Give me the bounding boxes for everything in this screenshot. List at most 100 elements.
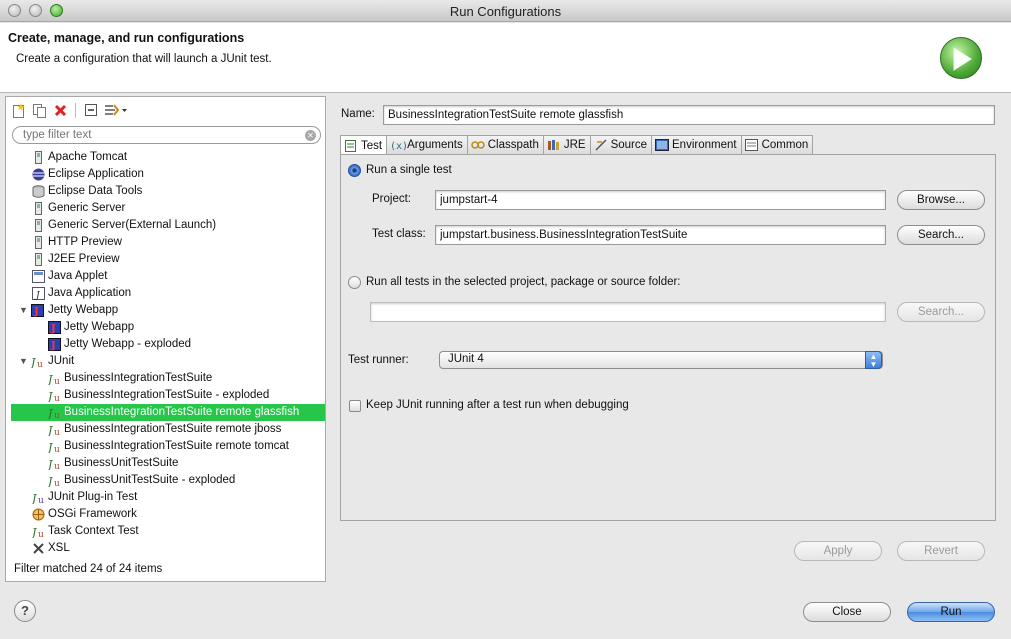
tab-test[interactable]: Test <box>340 135 388 155</box>
browse-button[interactable]: Browse... <box>897 190 985 210</box>
help-button[interactable]: ? <box>14 600 36 622</box>
tree-item-label: J2EE Preview <box>48 253 120 265</box>
collapse-all-icon[interactable] <box>82 102 99 119</box>
tree-item[interactable]: Java Applet <box>6 268 325 285</box>
filter-search-box[interactable]: ✕ <box>12 126 321 144</box>
clear-filter-icon[interactable]: ✕ <box>305 130 316 141</box>
filter-menu-icon[interactable] <box>103 102 129 119</box>
all-tests-folder-field[interactable] <box>370 302 886 322</box>
tree-item[interactable]: J Jetty Webapp <box>6 319 325 336</box>
tree-item[interactable]: Ju BusinessIntegrationTestSuite - explode… <box>6 387 325 404</box>
svg-text:u: u <box>37 360 43 368</box>
tree-item-label: BusinessIntegrationTestSuite remote jbos… <box>64 423 282 435</box>
single-test-radio[interactable] <box>348 164 361 177</box>
new-config-icon[interactable] <box>10 102 27 119</box>
project-input[interactable] <box>436 191 885 209</box>
svg-text:u: u <box>54 394 60 402</box>
test-class-field[interactable] <box>435 225 886 245</box>
tree-item-label: BusinessIntegrationTestSuite remote tomc… <box>64 440 290 452</box>
tree-item-label: OSGi Framework <box>48 508 137 520</box>
svg-text:J: J <box>32 526 37 538</box>
svg-text:J: J <box>31 356 36 368</box>
name-input[interactable] <box>384 106 994 124</box>
tree-item[interactable]: HTTP Preview <box>6 234 325 251</box>
test-runner-select[interactable]: JUnit 4 ▲ ▼ <box>439 351 883 369</box>
test-tab-icon <box>344 139 358 152</box>
tab-jre[interactable]: JRE <box>542 135 591 154</box>
svg-text:u: u <box>38 496 44 504</box>
delete-config-icon[interactable] <box>52 102 69 119</box>
tree-item[interactable]: Eclipse Data Tools <box>6 183 325 200</box>
all-tests-folder-input[interactable] <box>371 303 885 321</box>
select-arrows-icon: ▲ ▼ <box>865 351 882 369</box>
server-icon <box>32 219 45 232</box>
disclosure-triangle-icon[interactable]: ▼ <box>19 353 29 370</box>
junit-icon: Ju <box>46 406 61 421</box>
tree-group[interactable]: ▼ J Jetty Webapp <box>6 302 325 319</box>
tree-item[interactable]: Apache Tomcat <box>6 149 325 166</box>
tree-item[interactable]: Generic Server <box>6 200 325 217</box>
tab-source[interactable]: Source <box>589 135 653 154</box>
tree-item-label: BusinessUnitTestSuite - exploded <box>64 474 236 486</box>
tree-item[interactable]: J Java Application <box>6 285 325 302</box>
eclipse-icon <box>32 168 45 181</box>
filter-input[interactable] <box>23 128 303 142</box>
tree-item[interactable]: Ju Task Context Test <box>6 523 325 540</box>
jetty-icon: J <box>31 304 44 318</box>
junit-plugin-icon: Ju <box>30 491 45 506</box>
tree-item[interactable]: Ju BusinessUnitTestSuite - exploded <box>6 472 325 489</box>
tree-item[interactable]: Ju BusinessIntegrationTestSuite <box>6 370 325 387</box>
tab-common[interactable]: Common <box>740 135 814 154</box>
environment-tab-icon <box>655 139 670 151</box>
tab-arguments[interactable]: (x)= Arguments <box>386 135 468 154</box>
tree-item[interactable]: Generic Server(External Launch) <box>6 217 325 234</box>
tab-source-label: Source <box>610 139 648 151</box>
tab-environment[interactable]: Environment <box>651 135 742 154</box>
name-field[interactable] <box>383 105 995 125</box>
tab-classpath[interactable]: Classpath <box>466 135 544 154</box>
apply-button[interactable]: Apply <box>794 541 882 561</box>
run-button[interactable]: Run <box>907 602 995 622</box>
close-button[interactable]: Close <box>803 602 891 622</box>
junit-icon: Ju <box>46 372 61 387</box>
tree-item-label: BusinessIntegrationTestSuite <box>64 372 213 384</box>
tree-item[interactable]: J2EE Preview <box>6 251 325 268</box>
revert-button[interactable]: Revert <box>897 541 985 561</box>
junit-icon: Ju <box>46 423 61 438</box>
name-label: Name: <box>341 108 375 120</box>
tree-item-label: BusinessUnitTestSuite <box>64 457 179 469</box>
tree-item[interactable]: Eclipse Application <box>6 166 325 183</box>
test-runner-label: Test runner: <box>348 354 409 366</box>
project-field[interactable] <box>435 190 886 210</box>
tab-test-label: Test <box>361 139 383 152</box>
tree-item[interactable]: Ju BusinessIntegrationTestSuite remote to… <box>6 438 325 455</box>
disclosure-triangle-icon[interactable]: ▼ <box>19 302 29 319</box>
search-folder-button[interactable]: Search... <box>897 302 985 322</box>
svg-text:u: u <box>54 479 60 487</box>
tree-item[interactable]: XSL <box>6 540 325 557</box>
junit-icon: Ju <box>46 457 61 472</box>
config-tree: Apache Tomcat Eclipse Application Eclipse … <box>6 149 325 557</box>
common-tab-icon <box>744 139 759 151</box>
dialog-header: Create, manage, and run configurations C… <box>0 23 1011 93</box>
server-icon <box>32 236 45 249</box>
test-class-input[interactable] <box>436 226 885 244</box>
tree-item[interactable]: Ju JUnit Plug-in Test <box>6 489 325 506</box>
config-tabs: Test (x)= Arguments Classpath JRE Source… <box>340 135 814 155</box>
tree-item[interactable]: Ju BusinessIntegrationTestSuite remote gl… <box>11 404 325 421</box>
toolbar-separator <box>75 102 76 118</box>
keep-running-checkbox[interactable] <box>349 400 361 412</box>
tree-item-label: Jetty Webapp <box>48 304 119 316</box>
all-tests-radio[interactable] <box>348 276 361 289</box>
duplicate-config-icon[interactable] <box>31 102 48 119</box>
server-icon <box>32 151 45 164</box>
tree-item[interactable]: OSGi Framework <box>6 506 325 523</box>
tree-group[interactable]: ▼ Ju JUnit <box>6 353 325 370</box>
tree-item[interactable]: Ju BusinessIntegrationTestSuite remote jb… <box>6 421 325 438</box>
single-test-label: Run a single test <box>366 164 452 176</box>
tree-item[interactable]: J Jetty Webapp - exploded <box>6 336 325 353</box>
tree-item[interactable]: Ju BusinessUnitTestSuite <box>6 455 325 472</box>
classpath-tab-icon <box>470 139 485 151</box>
search-class-button[interactable]: Search... <box>897 225 985 245</box>
header-title: Create, manage, and run configurations <box>8 31 245 45</box>
